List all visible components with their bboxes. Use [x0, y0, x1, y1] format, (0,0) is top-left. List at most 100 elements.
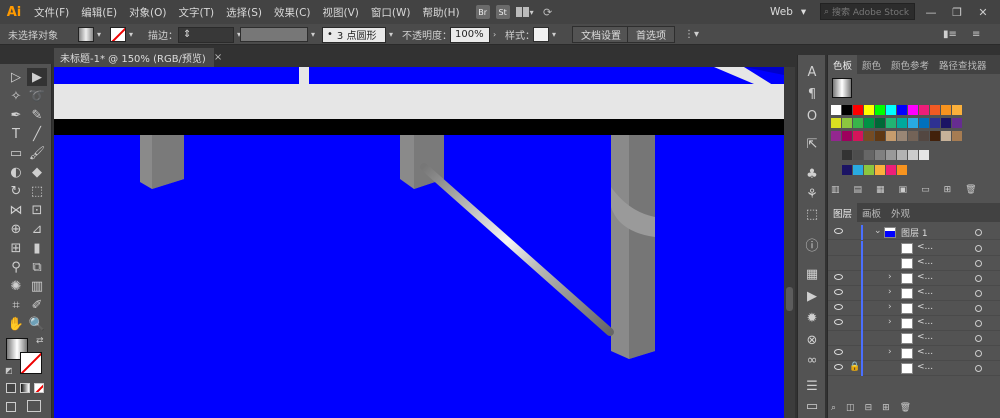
color-swatch[interactable] [875, 118, 885, 128]
magic-wand-tool-icon[interactable]: ✧ [6, 87, 26, 105]
links-icon[interactable]: ⊗ [802, 331, 822, 349]
document-setup-button[interactable]: 文档设置 [572, 26, 630, 43]
color-swatch[interactable] [952, 105, 962, 115]
color-swatch[interactable] [930, 118, 940, 128]
color-swatch[interactable] [952, 131, 962, 141]
new-swatch-icon[interactable]: ⊞ [944, 185, 952, 197]
expand-arrow-icon[interactable]: › [888, 302, 892, 312]
tab-pathfinder[interactable]: 路径查找器 [934, 55, 992, 74]
transparency-icon[interactable]: ☰ [802, 377, 822, 395]
color-swatch[interactable] [930, 131, 940, 141]
draw-mode-icon[interactable] [6, 402, 16, 412]
close-icon[interactable]: ✕ [970, 0, 996, 24]
gradient-tool-icon[interactable]: ▮ [27, 239, 47, 257]
hamburger-menu-icon[interactable]: ≡ [972, 26, 980, 43]
color-swatch[interactable] [864, 131, 874, 141]
color-swatch[interactable] [930, 105, 940, 115]
color-swatch[interactable] [886, 165, 896, 175]
none-mode-icon[interactable] [34, 383, 44, 393]
eyedropper-tool-icon[interactable]: ⚲ [6, 258, 26, 276]
expand-arrow-icon[interactable]: › [888, 347, 892, 357]
color-swatch[interactable] [908, 118, 918, 128]
add-to-library-icon[interactable]: ▤ [854, 185, 863, 197]
stock-icon[interactable]: St [495, 5, 510, 19]
swatch-libraries-icon[interactable]: ▥ [831, 185, 840, 197]
color-swatch[interactable] [897, 131, 907, 141]
tab-color[interactable]: 颜色 [857, 55, 886, 74]
target-circle-icon[interactable] [975, 365, 982, 372]
color-swatch[interactable] [853, 118, 863, 128]
info-icon[interactable]: ⓘ [802, 235, 822, 254]
tab-color-guide[interactable]: 颜色参考 [886, 55, 934, 74]
stock-search-input[interactable]: ⌕ 搜索 Adobe Stock [820, 3, 915, 20]
gradient-mode-icon[interactable] [20, 383, 30, 393]
target-circle-icon[interactable] [975, 290, 982, 297]
transform-icon[interactable]: ✹ [802, 309, 822, 327]
locate-object-icon[interactable]: ⌕ [831, 403, 836, 415]
color-swatch[interactable] [919, 131, 929, 141]
pen-tool-icon[interactable]: ✒ [6, 106, 26, 124]
new-color-group-icon[interactable]: ▭ [921, 185, 930, 197]
color-swatch[interactable] [831, 118, 841, 128]
stroke-color-icon[interactable] [20, 352, 42, 374]
color-swatch[interactable] [908, 105, 918, 115]
menu-help[interactable]: 帮助(H) [417, 5, 466, 20]
color-swatch[interactable] [864, 118, 874, 128]
current-fill-stroke-icon[interactable] [832, 78, 852, 98]
tab-appearance[interactable]: 外观 [886, 203, 915, 222]
visibility-eye-icon[interactable] [834, 289, 843, 295]
graph-tool-icon[interactable]: ▥ [27, 277, 47, 295]
visibility-eye-icon[interactable] [834, 228, 843, 234]
tab-swatches[interactable]: 色板 [828, 55, 858, 74]
minimize-icon[interactable]: — [918, 0, 944, 24]
visibility-eye-icon[interactable] [834, 319, 843, 325]
curvature-tool-icon[interactable]: ✎ [27, 106, 47, 124]
color-swatch[interactable] [886, 105, 896, 115]
target-circle-icon[interactable] [975, 305, 982, 312]
color-swatch[interactable] [941, 131, 951, 141]
color-swatch[interactable] [886, 150, 896, 160]
swap-fill-stroke-icon[interactable]: ⇄ [36, 336, 44, 346]
target-circle-icon[interactable] [975, 260, 982, 267]
color-swatch[interactable] [853, 131, 863, 141]
symbol-sprayer-tool-icon[interactable]: ✺ [6, 277, 26, 295]
paintbrush-tool-icon[interactable]: 🖌 [27, 144, 47, 162]
color-swatch[interactable] [897, 165, 907, 175]
color-swatch[interactable] [875, 165, 885, 175]
color-swatch[interactable] [875, 105, 885, 115]
eraser-tool-icon[interactable]: ◆ [27, 163, 47, 181]
artboard-canvas[interactable] [54, 67, 784, 418]
layer-row-top[interactable]: ⌄ 图层 1 [828, 225, 1000, 240]
scrollbar-thumb[interactable] [786, 287, 793, 311]
show-kinds-icon[interactable]: ▦ [876, 185, 885, 197]
actions-icon[interactable]: ▶ [802, 287, 822, 305]
paragraph-icon[interactable]: ¶ [802, 85, 822, 103]
color-swatch[interactable] [908, 131, 918, 141]
character-icon[interactable]: A [802, 63, 822, 81]
width-tool-icon[interactable]: ⋈ [6, 201, 26, 219]
target-circle-icon[interactable] [975, 229, 982, 236]
bridge-icon[interactable]: Br [475, 5, 490, 19]
gpu-performance-icon[interactable]: ⟳ [540, 5, 556, 19]
tab-artboards[interactable]: 画板 [857, 203, 886, 222]
shape-builder-tool-icon[interactable]: ⊕ [6, 220, 26, 238]
lock-icon[interactable]: 🔒 [849, 362, 860, 372]
menu-edit[interactable]: 编辑(E) [75, 5, 123, 20]
close-tab-icon[interactable]: × [214, 52, 222, 63]
stepper-icon[interactable]: ⇕ [183, 29, 191, 40]
expand-arrow-icon[interactable]: › [888, 317, 892, 327]
scale-tool-icon[interactable]: ⬚ [27, 182, 47, 200]
visibility-eye-icon[interactable] [834, 304, 843, 310]
sublayer-row[interactable]: › <... [828, 316, 1000, 331]
tab-layers[interactable]: 图层 [828, 203, 858, 222]
color-swatch[interactable] [831, 105, 841, 115]
menu-select[interactable]: 选择(S) [220, 5, 268, 20]
brushes-icon[interactable]: ⬚ [802, 205, 822, 223]
slice-tool-icon[interactable]: ✐ [27, 296, 47, 314]
opacity-value[interactable]: 100% [450, 26, 490, 43]
target-circle-icon[interactable] [975, 245, 982, 252]
target-circle-icon[interactable] [975, 320, 982, 327]
color-swatch[interactable] [842, 150, 852, 160]
panel-menu-icon[interactable]: ▮≡ [943, 26, 957, 43]
target-circle-icon[interactable] [975, 350, 982, 357]
